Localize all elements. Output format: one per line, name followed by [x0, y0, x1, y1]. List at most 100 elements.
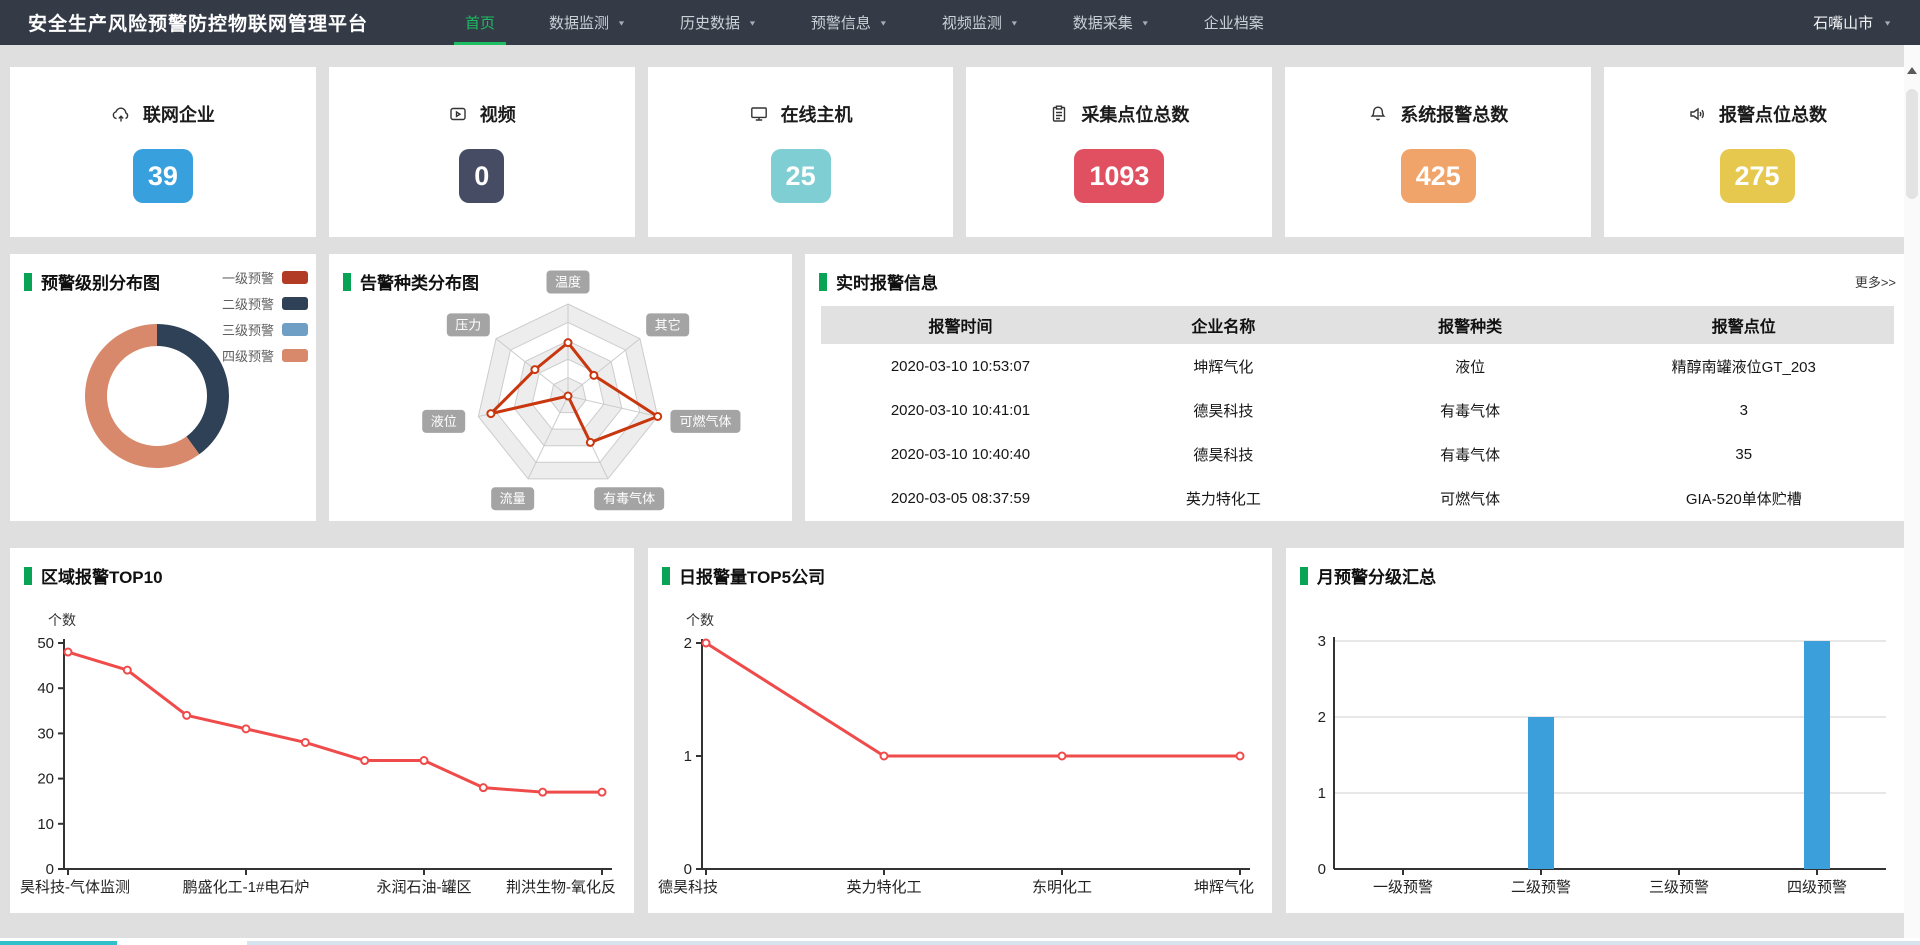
radar-data-point — [587, 439, 594, 446]
panel-marker — [1300, 567, 1308, 585]
stat-card-label: 在线主机 — [781, 101, 853, 127]
table-cell: 可燃气体 — [1347, 476, 1594, 520]
bottom-row: 区域报警TOP10 个数01020304050昊科技-气体监测鹏盛化工-1#电石… — [10, 548, 1910, 913]
realtime-alerts-table: 报警时间企业名称报警种类报警点位 2020-03-10 10:53:07坤辉气化… — [821, 306, 1894, 520]
data-point — [302, 739, 309, 746]
cloud-icon — [111, 104, 131, 124]
table-cell: 有毒气体 — [1347, 388, 1594, 432]
data-point — [480, 784, 487, 791]
y-axis-tick-label: 1 — [1318, 785, 1326, 802]
region-selector[interactable]: 石嘴山市 ▼ — [1813, 12, 1892, 33]
panel-title: 实时报警信息 — [836, 269, 938, 294]
radar-data-point — [565, 339, 572, 346]
x-axis-category-label: 昊科技-气体监测 — [20, 879, 130, 896]
chevron-down-icon: ▼ — [1010, 19, 1019, 27]
data-point — [421, 757, 428, 764]
table-cell: 35 — [1594, 432, 1894, 476]
app-title: 安全生产风险预警防控物联网管理平台 — [28, 9, 368, 36]
radar-data-point — [590, 372, 597, 379]
nav-menu: 首页数据监测▼历史数据▼预警信息▼视频监测▼数据采集▼企业档案 — [438, 0, 1291, 45]
stat-card-value-badge: 275 — [1720, 149, 1795, 203]
x-axis-category-label: 德昊科技 — [658, 878, 718, 896]
nav-item-7[interactable]: 企业档案 — [1177, 0, 1291, 45]
stat-card-header: 联网企业 — [111, 101, 215, 127]
panel-daily-alarm-top5: 日报警量TOP5公司 个数012德昊科技英力特化工东明化工坤辉气化 — [648, 548, 1272, 913]
radar-axis-label: 压力 — [455, 317, 481, 332]
nav-item-4[interactable]: 预警信息▼ — [784, 0, 915, 45]
radar-data-point — [531, 366, 538, 373]
table-column-header: 报警时间 — [821, 306, 1100, 344]
alarm-type-radar-chart: 温度其它可燃气体有毒气体流量液位压力 — [329, 254, 792, 521]
stat-card-3: 在线主机25 — [648, 67, 954, 237]
top-navbar: 安全生产风险预警防控物联网管理平台 首页数据监测▼历史数据▼预警信息▼视频监测▼… — [0, 0, 1920, 45]
x-axis-category-label: 永润石油-罐区 — [377, 879, 472, 896]
stat-card-label: 报警点位总数 — [1719, 101, 1827, 127]
y-axis-tick-label: 40 — [37, 680, 54, 697]
stat-card-value-badge: 1093 — [1074, 149, 1164, 203]
x-axis-category-label: 三级预警 — [1649, 879, 1709, 896]
chevron-down-icon: ▼ — [1883, 19, 1892, 27]
table-cell: 2020-03-05 08:37:59 — [821, 476, 1100, 520]
table-cell: 有毒气体 — [1347, 432, 1594, 476]
bottom-white-segment — [117, 941, 247, 945]
vertical-scrollbar[interactable] — [1904, 45, 1920, 945]
panel-monthly-warning-summary: 月预警分级汇总 0123一级预警二级预警三级预警四级预警 — [1286, 548, 1910, 913]
clipboard-icon — [1049, 104, 1069, 124]
stat-card-5: 系统报警总数425 — [1285, 67, 1591, 237]
scroll-up-icon[interactable] — [1907, 67, 1917, 74]
nav-item-1[interactable]: 首页 — [438, 0, 522, 45]
scrollbar-thumb[interactable] — [1906, 89, 1918, 199]
x-axis-category-label: 四级预警 — [1787, 879, 1847, 896]
x-axis-category-label: 二级预警 — [1511, 879, 1571, 896]
table-cell: 德昊科技 — [1100, 432, 1347, 476]
x-axis-category-label: 一级预警 — [1373, 879, 1433, 896]
stat-card-header: 在线主机 — [749, 101, 853, 127]
bar — [1528, 717, 1554, 869]
bottom-blue-segment — [247, 941, 1920, 945]
radar-data-point — [654, 413, 661, 420]
stat-card-1: 联网企业39 — [10, 67, 316, 237]
table-row: 2020-03-10 10:40:40德昊科技有毒气体35 — [821, 432, 1894, 476]
data-line — [68, 652, 602, 792]
radar-data-point — [565, 393, 572, 400]
chevron-down-icon: ▼ — [1141, 19, 1150, 27]
stat-card-4: 采集点位总数1093 — [966, 67, 1272, 237]
table-cell: 精醇南罐液位GT_203 — [1594, 344, 1894, 388]
nav-item-label: 历史数据 — [680, 12, 740, 33]
middle-row: 预警级别分布图 一级预警二级预警三级预警四级预警 告警种类分布图 温度其它可燃气… — [10, 254, 1910, 521]
nav-item-3[interactable]: 历史数据 ▼ — [653, 0, 784, 45]
table-cell: 2020-03-10 10:53:07 — [821, 344, 1100, 388]
table-row: 2020-03-10 10:41:01德昊科技有毒气体3 — [821, 388, 1894, 432]
monthly-warning-bar-chart: 0123一级预警二级预警三级预警四级预警 — [1294, 601, 1894, 903]
data-point — [1237, 753, 1244, 760]
table-cell: 2020-03-10 10:41:01 — [821, 388, 1100, 432]
panel-alarm-type-distribution: 告警种类分布图 温度其它可燃气体有毒气体流量液位压力 — [329, 254, 792, 521]
data-point — [539, 789, 546, 796]
data-point — [183, 712, 190, 719]
y-axis-tick-label: 10 — [37, 816, 54, 833]
y-axis-tick-label: 0 — [1318, 861, 1326, 878]
y-axis-tick-label: 1 — [684, 748, 692, 765]
panel-title: 月预警分级汇总 — [1317, 563, 1436, 588]
y-axis-tick-label: 2 — [1318, 709, 1326, 726]
nav-item-5[interactable]: 视频监测▼ — [915, 0, 1046, 45]
data-point — [124, 667, 131, 674]
x-axis-category-label: 坤辉气化 — [1194, 879, 1254, 896]
table-column-header: 报警点位 — [1594, 306, 1894, 344]
nav-item-label: 首页 — [465, 12, 495, 33]
nav-item-label: 数据监测 — [549, 12, 609, 33]
nav-item-2[interactable]: 数据监测▼ — [522, 0, 653, 45]
radar-data-point — [487, 410, 494, 417]
nav-item-6[interactable]: 数据采集 ▼ — [1046, 0, 1177, 45]
table-row: 2020-03-10 10:53:07坤辉气化液位精醇南罐液位GT_203 — [821, 344, 1894, 388]
table-column-header: 报警种类 — [1347, 306, 1594, 344]
stat-cards-row: 联网企业39视频0在线主机25采集点位总数1093系统报警总数425报警点位总数… — [10, 67, 1910, 237]
panel-realtime-alerts: 实时报警信息 更多>> 报警时间企业名称报警种类报警点位 2020-03-10 … — [805, 254, 1910, 521]
chevron-down-icon: ▼ — [748, 19, 757, 27]
more-link[interactable]: 更多>> — [1855, 272, 1896, 291]
x-axis-category-label: 鹏盛化工-1#电石炉 — [183, 879, 310, 896]
nav-item-label: 数据采集 — [1073, 12, 1133, 33]
bar — [1804, 641, 1830, 869]
table-cell: GIA-520单体贮槽 — [1594, 476, 1894, 520]
stat-card-label: 视频 — [480, 101, 516, 127]
